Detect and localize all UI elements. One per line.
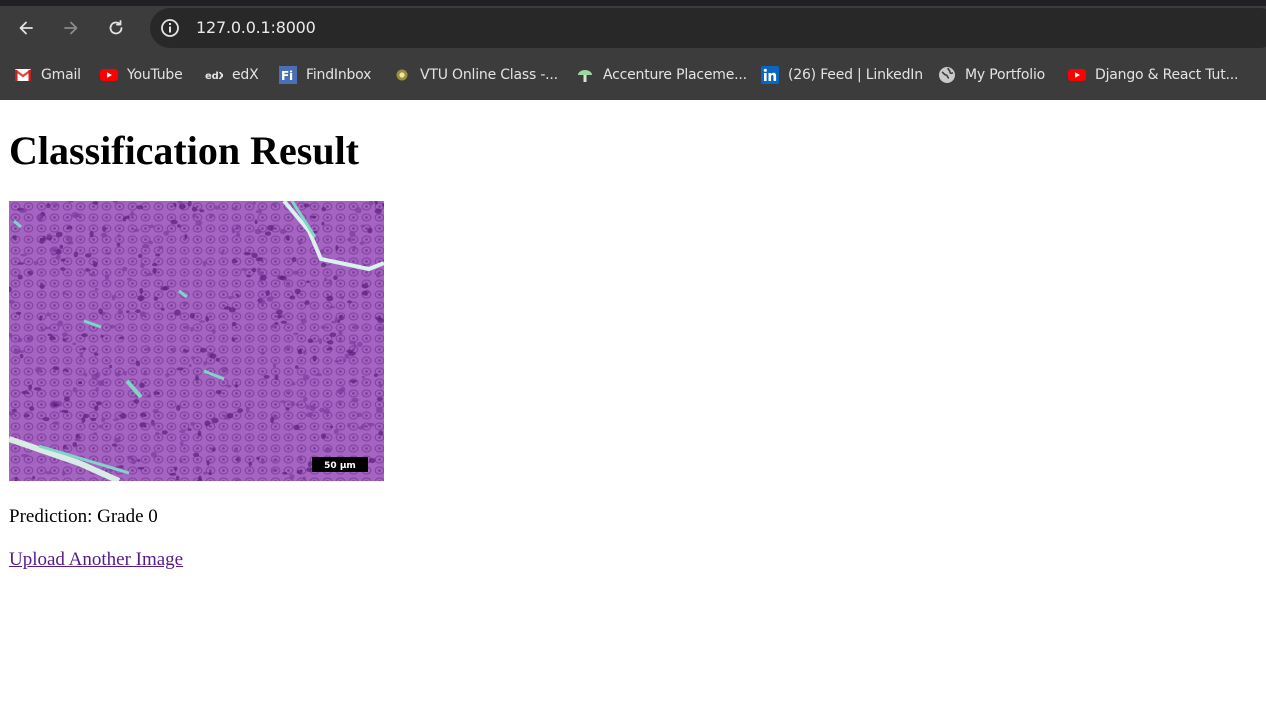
bookmark-findinbox[interactable]: Fi FindInbox [279, 63, 371, 87]
accenture-icon [576, 66, 594, 84]
bookmark-youtube[interactable]: YouTube [100, 63, 183, 87]
bookmark-label: My Portfolio [965, 67, 1046, 83]
bookmark-linkedin[interactable]: (26) Feed | LinkedIn [761, 63, 923, 87]
gmail-icon [14, 66, 32, 84]
svg-text:Fi: Fi [281, 69, 293, 83]
bookmark-label: edX [232, 67, 259, 83]
youtube-icon [1068, 66, 1086, 84]
bookmark-accenture[interactable]: Accenture Placeme... [576, 63, 747, 87]
reload-button[interactable] [100, 12, 132, 44]
bookmark-edx[interactable]: edX edX [205, 63, 259, 87]
url-text[interactable]: 127.0.0.1:8000 [196, 18, 316, 37]
findinbox-icon: Fi [279, 66, 297, 84]
bookmark-label: Gmail [41, 67, 81, 83]
bookmarks-bar: Gmail YouTube edX edX Fi FindInbox VTU O… [0, 50, 1266, 100]
bookmark-label: YouTube [127, 67, 183, 83]
bookmark-django-react[interactable]: Django & React Tut... [1068, 63, 1238, 87]
page-title: Classification Result [9, 128, 359, 173]
linkedin-icon [761, 66, 779, 84]
browser-toolbar: 127.0.0.1:8000 [0, 6, 1266, 50]
vtu-icon [393, 66, 411, 84]
histology-image: 50 µm [9, 201, 384, 481]
forward-button[interactable] [55, 12, 87, 44]
scale-bar: 50 µm [312, 457, 368, 472]
bookmark-gmail[interactable]: Gmail [14, 63, 81, 87]
svg-text:edX: edX [205, 71, 223, 82]
reload-icon [109, 20, 123, 35]
upload-another-image-link[interactable]: Upload Another Image [9, 549, 183, 571]
bookmark-my-portfolio[interactable]: My Portfolio [938, 63, 1045, 87]
bookmark-label: (26) Feed | LinkedIn [788, 67, 923, 83]
globe-icon [938, 66, 956, 84]
bookmark-vtu[interactable]: VTU Online Class -... [393, 63, 558, 87]
forward-arrow-icon [64, 21, 78, 35]
back-arrow-icon [19, 21, 33, 35]
scale-bar-label: 50 µm [324, 461, 356, 471]
bookmark-label: Django & React Tut... [1095, 67, 1239, 83]
youtube-icon [100, 66, 118, 84]
bookmark-label: VTU Online Class -... [420, 67, 558, 83]
site-info-icon[interactable] [159, 17, 181, 39]
edx-icon: edX [205, 66, 223, 84]
prediction-text: Prediction: Grade 0 [9, 506, 158, 527]
bookmark-label: Accenture Placeme... [603, 67, 747, 83]
back-button[interactable] [10, 12, 42, 44]
bookmark-label: FindInbox [306, 67, 372, 83]
address-bar[interactable]: 127.0.0.1:8000 [150, 8, 1266, 48]
browser-chrome: 127.0.0.1:8000 Gmail YouTube edX edX Fi [0, 0, 1266, 100]
